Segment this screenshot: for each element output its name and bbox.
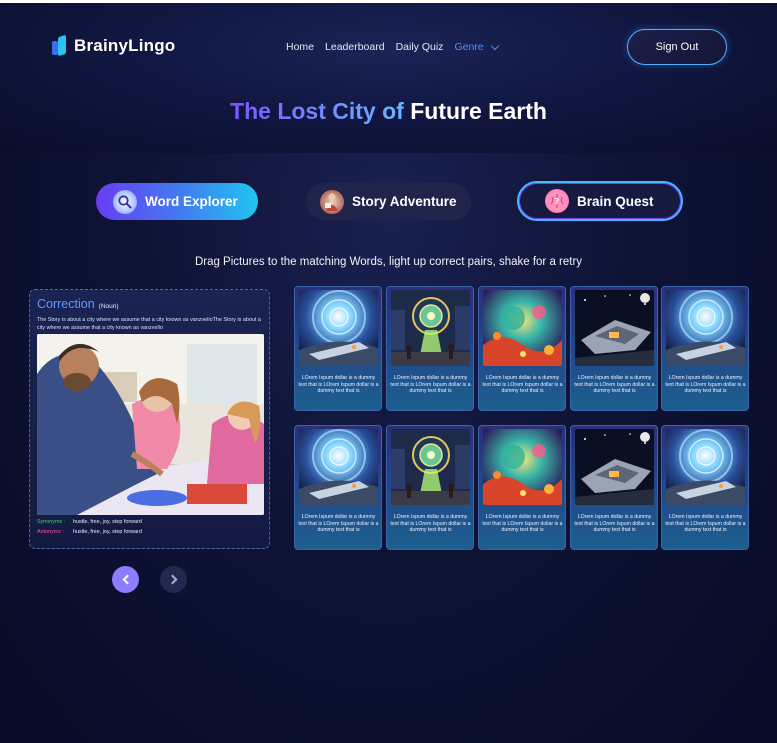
nav-daily-quiz[interactable]: Daily Quiz [396, 41, 444, 53]
picture-card-space-tunnel[interactable]: LOrem Ispum dollar is a dummy text that … [294, 425, 382, 550]
storyteller-icon [320, 189, 344, 214]
picture-card-portal-city[interactable]: LOrem Ispum dollar is a dummy text that … [386, 286, 474, 411]
tab-brain-quest-label: Brain Quest [577, 193, 654, 209]
word-part-of-speech: (Noun) [98, 303, 119, 310]
nav-home[interactable]: Home [286, 41, 314, 53]
chevron-down-icon [490, 41, 499, 50]
picture-card-nebula[interactable]: LOrem Ispum dollar is a dummy text that … [478, 286, 566, 411]
picture-image-space-tunnel [666, 429, 745, 505]
picture-image-space-tunnel [666, 290, 745, 366]
logo[interactable]: BrainyLingo [52, 34, 176, 57]
title-highlight: The Lost City of [230, 98, 404, 124]
word-title: Correction [37, 297, 95, 311]
picture-caption: LOrem Ispum dollar is a dummy text that … [482, 375, 563, 394]
title-rest: Future Earth [410, 98, 547, 124]
picture-image-spaceship [575, 429, 654, 505]
nav-leaderboard[interactable]: Leaderboard [325, 41, 385, 53]
page-title: The Lost City of Future Earth [0, 98, 777, 125]
picture-image-space-tunnel [299, 429, 378, 505]
picture-caption: LOrem Ispum dollar is a dummy text that … [665, 375, 746, 394]
antonyms-row: Antonyms : hustle, free, joy, step forwa… [37, 529, 142, 535]
picture-image-space-tunnel [299, 290, 378, 366]
tab-story-adventure[interactable]: Story Adventure [306, 183, 471, 220]
picture-image-spaceship [575, 290, 654, 366]
nav-genre-label: Genre [454, 41, 484, 53]
nav-genre-dropdown[interactable]: Genre [454, 41, 499, 53]
picture-card-space-tunnel[interactable]: LOrem Ispum dollar is a dummy text that … [661, 286, 749, 411]
picture-caption: LOrem Ispum dollar is a dummy text that … [298, 375, 379, 394]
logo-icon [52, 34, 68, 57]
hero-background [0, 3, 777, 153]
picture-card-nebula[interactable]: LOrem Ispum dollar is a dummy text that … [478, 425, 566, 550]
next-word-button[interactable] [160, 566, 187, 593]
tab-word-explorer[interactable]: Word Explorer [96, 183, 258, 220]
main-nav: Home Leaderboard Daily Quiz Genre [286, 41, 499, 53]
chevron-left-icon [122, 574, 132, 585]
picture-caption: LOrem Ispum dollar is a dummy text that … [390, 514, 471, 533]
word-photo-teacher-helping-student [37, 334, 264, 515]
picture-image-portal-city [391, 429, 470, 505]
picture-card-space-tunnel[interactable]: LOrem Ispum dollar is a dummy text that … [294, 286, 382, 411]
antonyms-label: Antonyms : [37, 529, 64, 535]
chevron-right-icon [167, 574, 177, 585]
tab-word-explorer-label: Word Explorer [145, 194, 238, 209]
synonyms-label: Synonyms : [37, 519, 66, 525]
picture-caption: LOrem Ispum dollar is a dummy text that … [574, 514, 655, 533]
synonyms-row: Synonyms : hustle, free, joy, step forwa… [37, 519, 142, 525]
svg-text:?: ? [555, 197, 560, 206]
picture-caption: LOrem Ispum dollar is a dummy text that … [574, 375, 655, 394]
picture-card-spaceship[interactable]: LOrem Ispum dollar is a dummy text that … [570, 425, 658, 550]
picture-card-space-tunnel[interactable]: LOrem Ispum dollar is a dummy text that … [661, 425, 749, 550]
word-card[interactable]: Correction (Noun) The Story is about a c… [29, 289, 270, 549]
picture-image-portal-city [391, 290, 470, 366]
antonyms-value: hustle, free, joy, step forward [73, 529, 142, 535]
picture-caption: LOrem Ispum dollar is a dummy text that … [390, 375, 471, 394]
picture-card-spaceship[interactable]: LOrem Ispum dollar is a dummy text that … [570, 286, 658, 411]
word-heading: Correction (Noun) [37, 297, 119, 311]
picture-image-nebula [483, 290, 562, 366]
brain-icon: ? [545, 189, 569, 213]
picture-caption: LOrem Ispum dollar is a dummy text that … [665, 514, 746, 533]
picture-caption: LOrem Ispum dollar is a dummy text that … [482, 514, 563, 533]
tab-story-adventure-label: Story Adventure [352, 194, 457, 209]
magnifier-icon [113, 189, 137, 214]
synonyms-value: hustle, free, joy, step forward [73, 519, 142, 525]
previous-word-button[interactable] [112, 566, 139, 593]
logo-text: BrainyLingo [74, 36, 176, 55]
sign-out-button[interactable]: Sign Out [627, 29, 727, 65]
instruction-text: Drag Pictures to the matching Words, lig… [194, 256, 583, 268]
picture-caption: LOrem Ispum dollar is a dummy text that … [298, 514, 379, 533]
picture-card-portal-city[interactable]: LOrem Ispum dollar is a dummy text that … [386, 425, 474, 550]
picture-image-nebula [483, 429, 562, 505]
word-description: The Story is about a city where we assum… [37, 317, 261, 331]
tab-brain-quest[interactable]: ? Brain Quest [517, 181, 683, 221]
